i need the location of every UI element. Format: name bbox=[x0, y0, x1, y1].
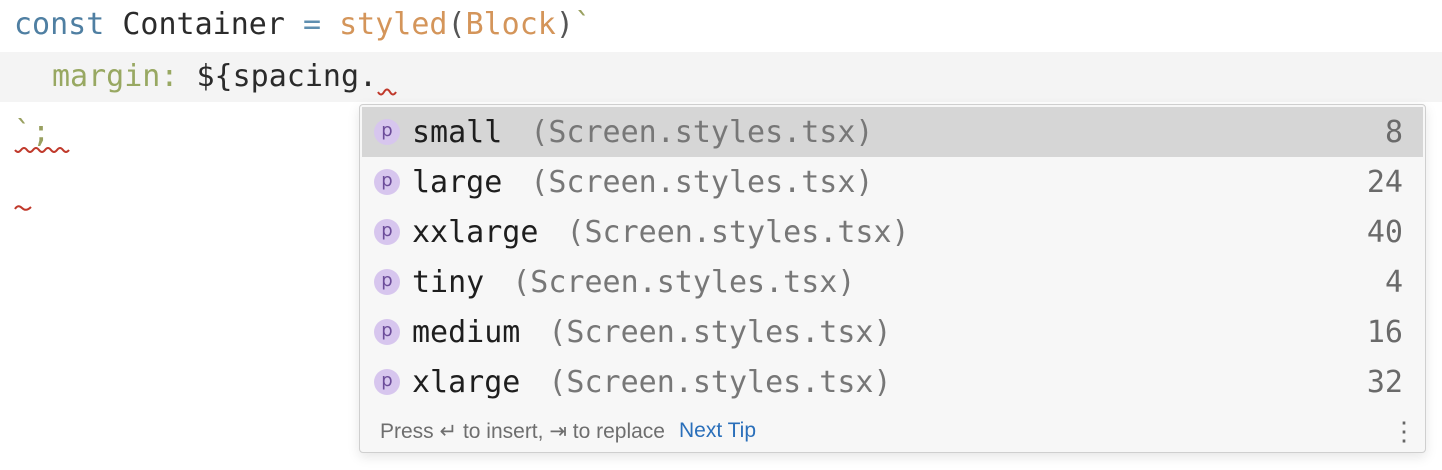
property-kind-icon: p bbox=[374, 219, 400, 245]
function-styled: styled bbox=[339, 7, 448, 42]
next-tip-link[interactable]: Next Tip bbox=[679, 419, 756, 443]
error-underline-icon bbox=[377, 88, 397, 96]
property-kind-icon: p bbox=[374, 319, 400, 345]
template-close: `; bbox=[14, 115, 51, 150]
completion-item-value: 32 bbox=[1366, 364, 1403, 400]
completion-item-name: tiny bbox=[412, 264, 485, 300]
completion-item-large[interactable]: p large (Screen.styles.tsx) 24 bbox=[362, 157, 1423, 207]
property-kind-icon: p bbox=[374, 169, 400, 195]
completion-item-value: 4 bbox=[1384, 264, 1403, 300]
completion-item-source: (Screen.styles.tsx) bbox=[530, 164, 874, 200]
completion-item-value: 40 bbox=[1366, 214, 1403, 250]
code-editor[interactable]: const Container = styled(Block)` margin:… bbox=[0, 0, 1442, 470]
completion-item-name: xxlarge bbox=[412, 214, 539, 250]
completion-item-value: 16 bbox=[1366, 314, 1403, 350]
error-underline-icon bbox=[14, 204, 32, 211]
completion-item-source: (Screen.styles.tsx) bbox=[512, 264, 856, 300]
code-line[interactable]: const Container = styled(Block)` bbox=[0, 0, 1442, 50]
completion-item-xxlarge[interactable]: p xxlarge (Screen.styles.tsx) 40 bbox=[362, 207, 1423, 257]
close-paren: ) bbox=[555, 7, 574, 42]
completion-item-name: small bbox=[412, 114, 503, 150]
completion-item-name: medium bbox=[412, 314, 521, 350]
interpolation-expression: ${spacing. bbox=[196, 59, 378, 94]
completion-item-medium[interactable]: p medium (Screen.styles.tsx) 16 bbox=[362, 307, 1423, 357]
completion-item-value: 24 bbox=[1366, 164, 1403, 200]
operator-equals: = bbox=[303, 7, 322, 42]
css-property-margin: margin: bbox=[52, 59, 179, 94]
property-kind-icon: p bbox=[374, 119, 400, 145]
argument-block: Block bbox=[465, 7, 556, 42]
completion-popup[interactable]: p small (Screen.styles.tsx) 8 p large (Screen.… bbox=[359, 104, 1426, 453]
error-underline-icon bbox=[14, 147, 70, 153]
completion-item-xlarge[interactable]: p xlarge (Screen.styles.tsx) 32 bbox=[362, 357, 1423, 407]
property-kind-icon: p bbox=[374, 269, 400, 295]
completion-item-source: (Screen.styles.tsx) bbox=[566, 214, 910, 250]
completion-item-small[interactable]: p small (Screen.styles.tsx) 8 bbox=[362, 107, 1423, 157]
completion-item-source: (Screen.styles.tsx) bbox=[548, 314, 892, 350]
identifier-container: Container bbox=[122, 7, 285, 42]
completion-footer: Press ↵ to insert, ⇥ to replace Next Tip… bbox=[380, 411, 1417, 451]
completion-item-name: large bbox=[412, 164, 503, 200]
completion-item-tiny[interactable]: p tiny (Screen.styles.tsx) 4 bbox=[362, 257, 1423, 307]
keyword-const: const bbox=[14, 7, 105, 42]
completion-item-source: (Screen.styles.tsx) bbox=[548, 364, 892, 400]
property-kind-icon: p bbox=[374, 369, 400, 395]
template-backtick: ` bbox=[573, 7, 592, 42]
code-line-current[interactable]: margin: ${spacing. bbox=[0, 52, 1442, 102]
completion-item-value: 8 bbox=[1384, 114, 1403, 150]
more-options-icon[interactable]: ⋮ bbox=[1391, 418, 1417, 444]
open-paren: ( bbox=[447, 7, 466, 42]
completion-item-name: xlarge bbox=[412, 364, 521, 400]
completion-item-source: (Screen.styles.tsx) bbox=[530, 114, 874, 150]
completion-hint: Press ↵ to insert, ⇥ to replace bbox=[380, 419, 665, 443]
